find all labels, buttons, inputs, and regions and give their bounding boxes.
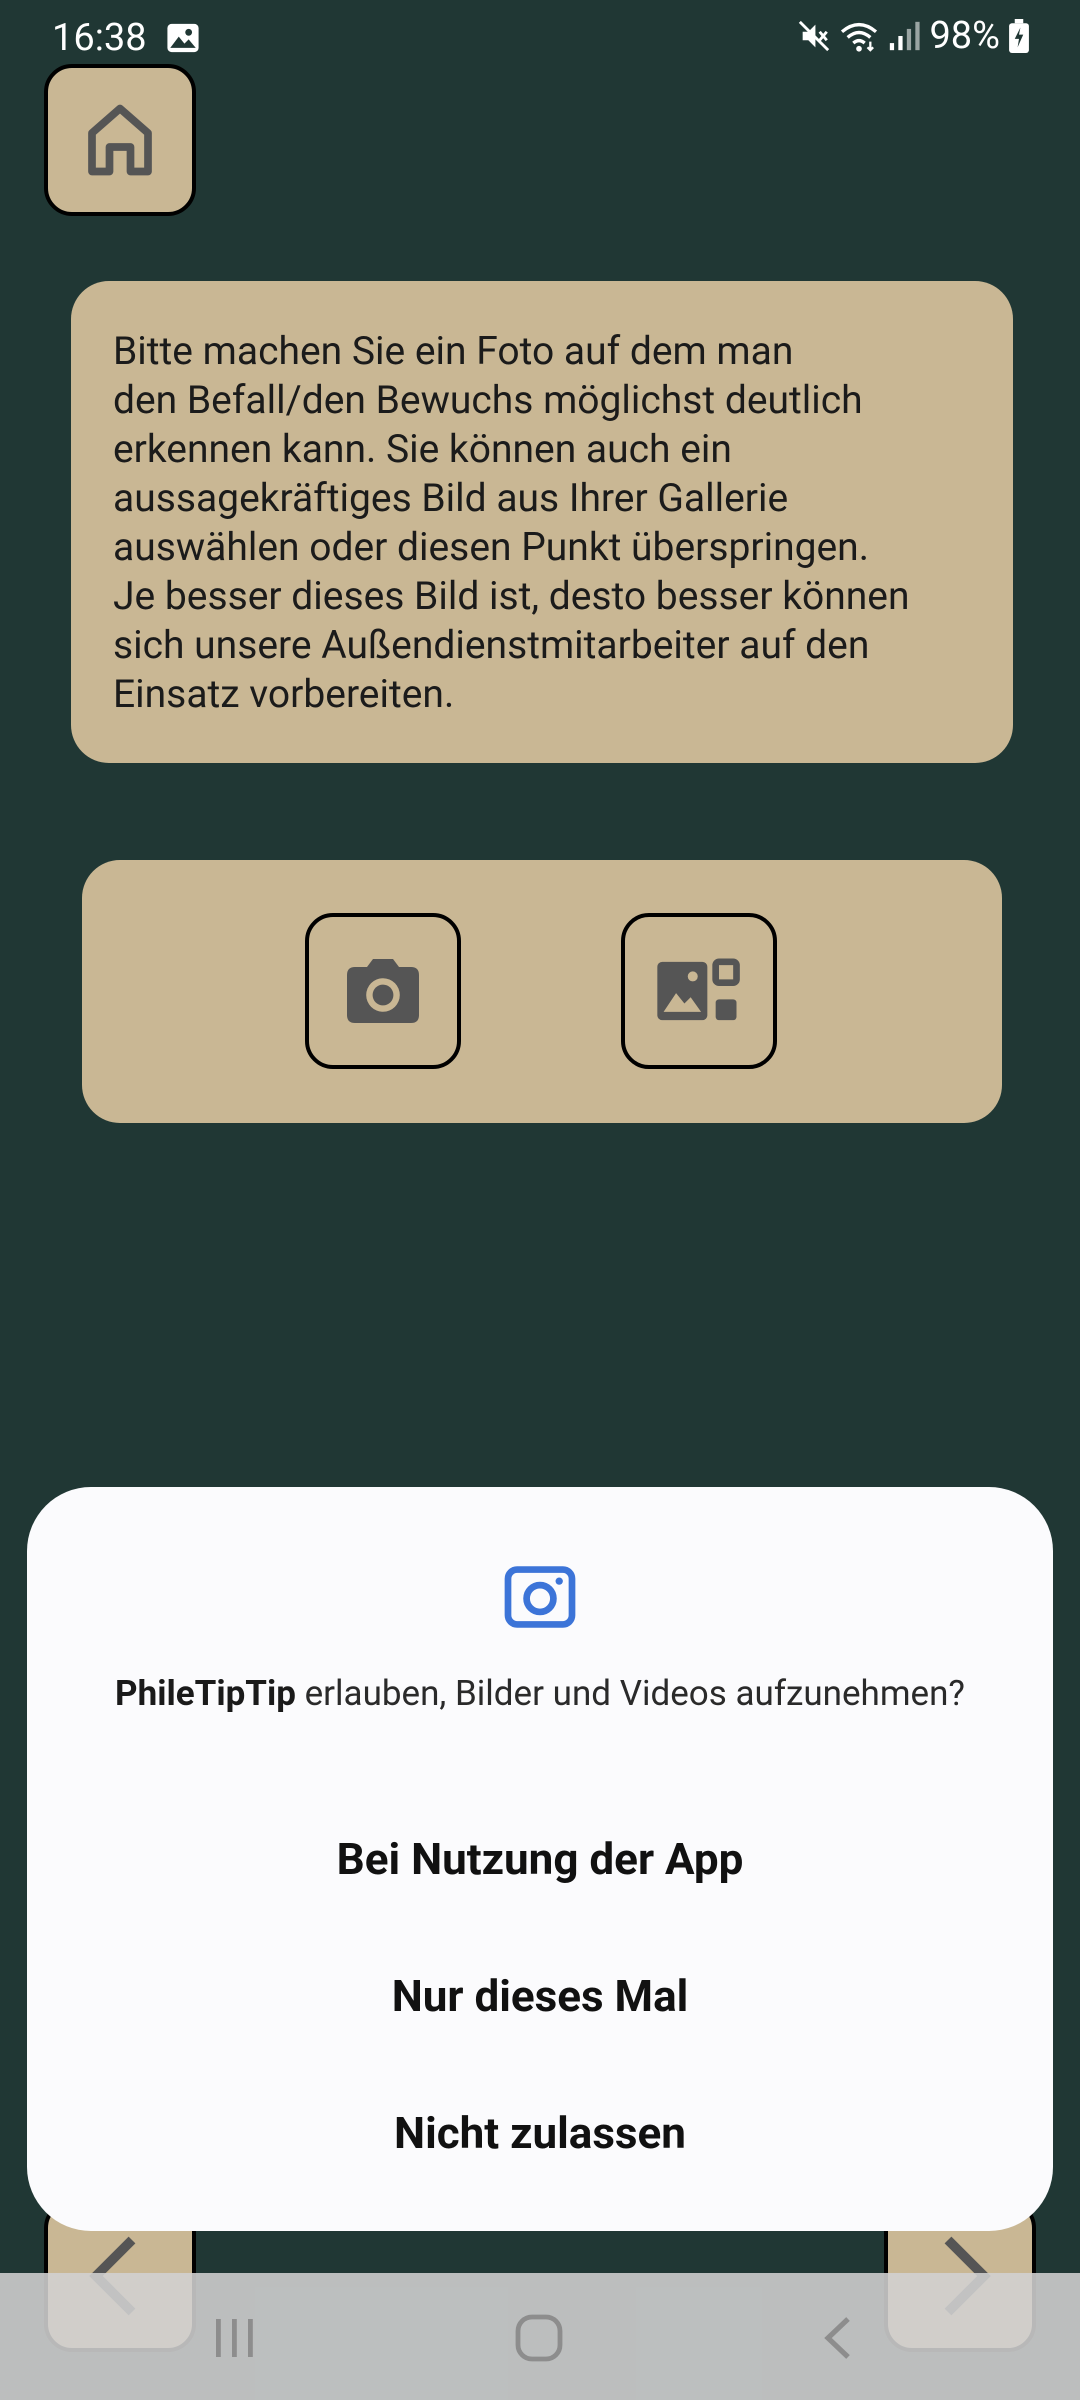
battery-charging-icon <box>1009 19 1029 53</box>
gallery-icon <box>657 958 740 1021</box>
take-photo-button[interactable] <box>305 913 461 1069</box>
permission-message: PhileTipTip erlauben, Bilder und Videos … <box>87 1669 993 1718</box>
back-icon[interactable] <box>818 2313 858 2363</box>
status-time: 16:38 <box>52 16 147 60</box>
camera-icon <box>347 959 419 1023</box>
allow-while-using-button[interactable]: Bei Nutzung der App <box>27 1809 1053 1909</box>
home-circle-icon[interactable] <box>514 2313 564 2363</box>
status-icons: 98% <box>797 14 1030 58</box>
mute-icon <box>799 20 830 52</box>
permission-question: erlauben, Bilder und Videos aufzunehmen? <box>295 1673 965 1714</box>
deny-button[interactable]: Nicht zulassen <box>27 2083 1053 2183</box>
allow-once-button[interactable]: Nur dieses Mal <box>27 1946 1053 2046</box>
instruction-card: Bitte machen Sie ein Foto auf dem man de… <box>71 281 1013 763</box>
home-button[interactable] <box>44 64 196 216</box>
wifi-icon <box>841 22 878 52</box>
instruction-text: Bitte machen Sie ein Foto auf dem man de… <box>113 328 910 717</box>
battery-percent: 98% <box>929 14 1000 58</box>
camera-icon <box>504 1566 576 1628</box>
image-notification-icon <box>167 23 199 53</box>
recents-icon[interactable] <box>210 2315 260 2361</box>
signal-icon <box>890 21 921 51</box>
home-icon <box>88 104 152 176</box>
system-navigation-bar <box>0 2273 1080 2400</box>
photo-source-card <box>82 860 1002 1123</box>
camera-permission-dialog: PhileTipTip erlauben, Bilder und Videos … <box>27 1487 1053 2231</box>
app-name: PhileTipTip <box>115 1673 296 1714</box>
choose-from-gallery-button[interactable] <box>621 913 777 1069</box>
